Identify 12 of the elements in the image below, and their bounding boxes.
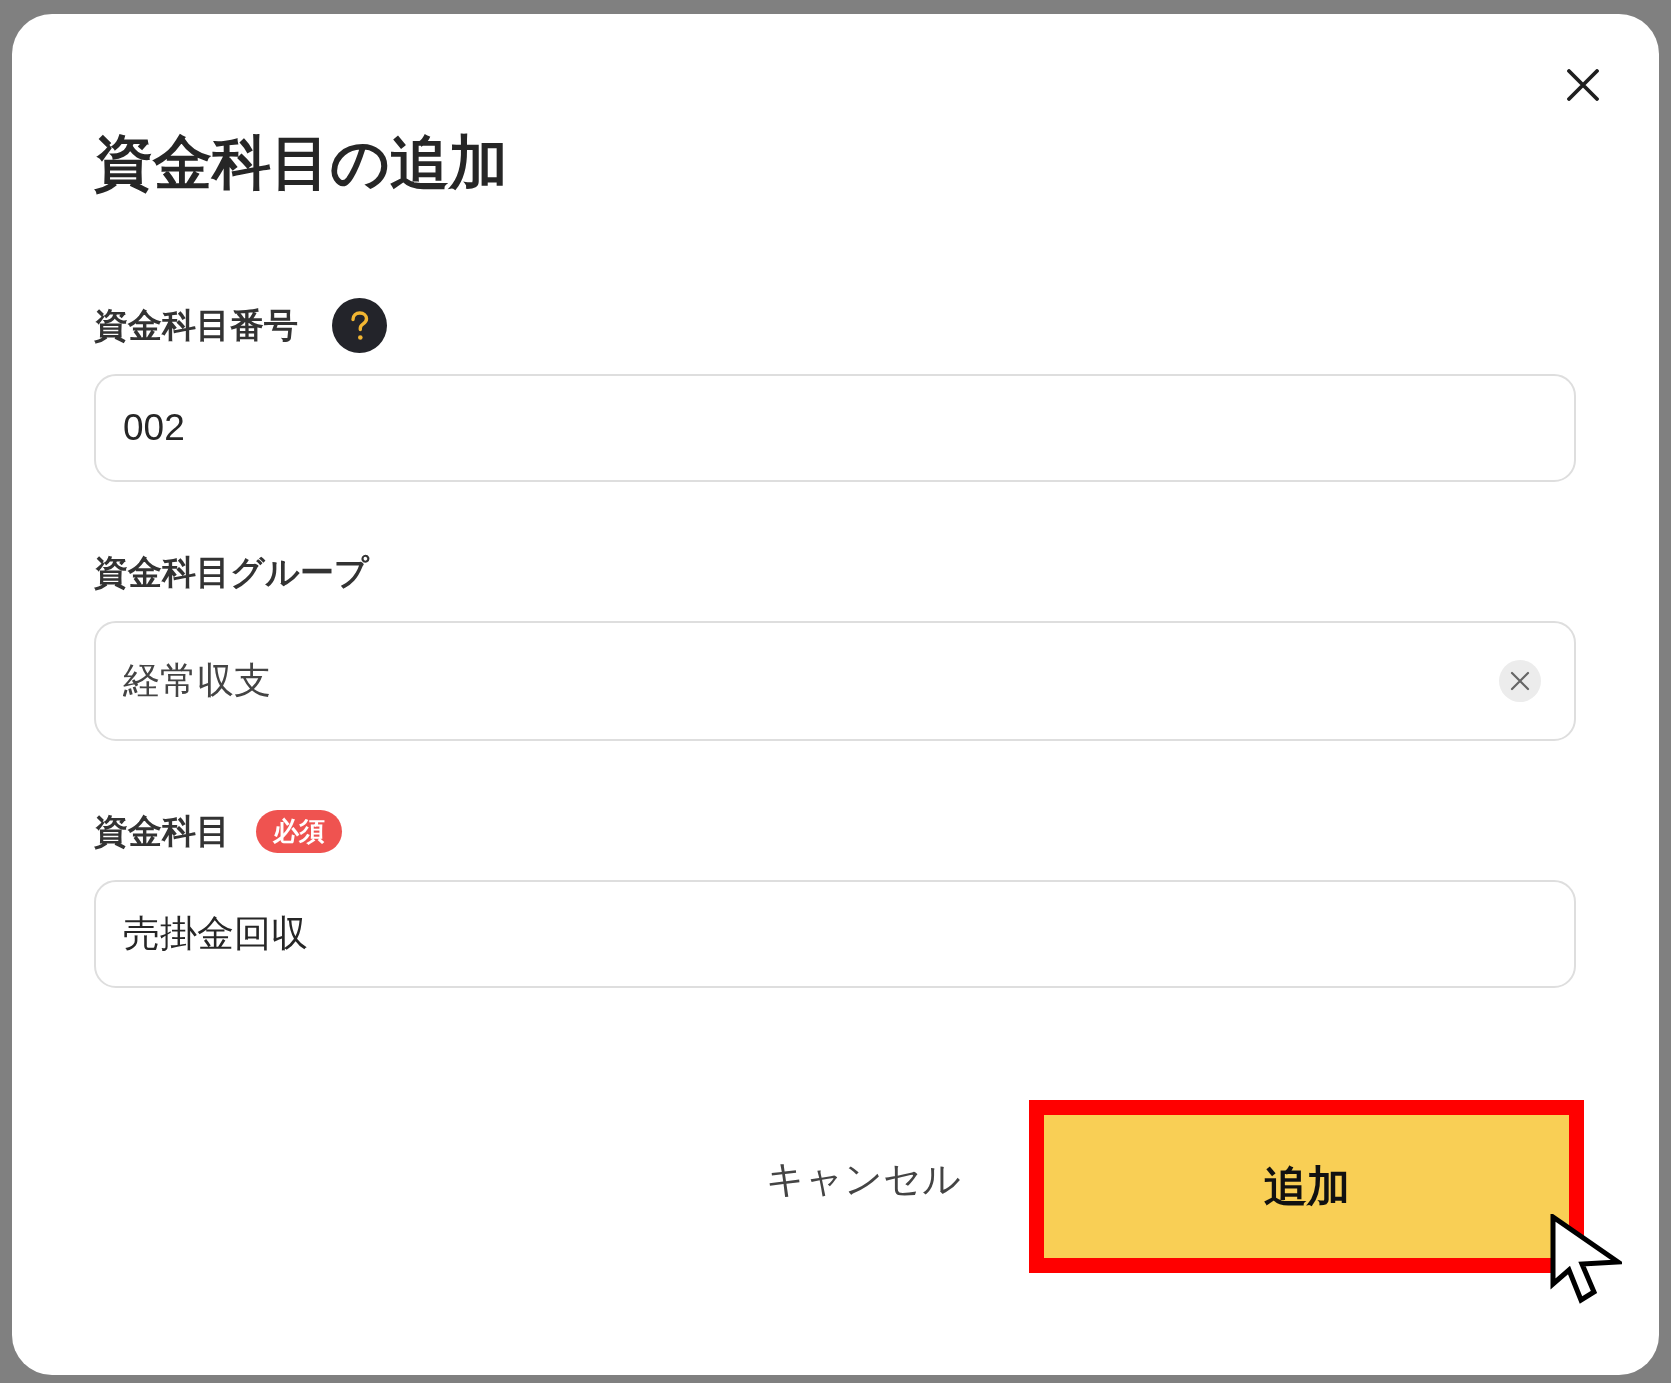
add-button[interactable]: 追加 bbox=[1044, 1115, 1569, 1258]
field-label: 資金科目グループ bbox=[94, 552, 369, 593]
select-field[interactable]: 経常収支 bbox=[94, 621, 1576, 741]
close-icon bbox=[1567, 69, 1599, 101]
field-label: 資金科目 bbox=[94, 811, 230, 852]
field-label: 資金科目番号 bbox=[94, 305, 298, 346]
dialog-title: 資金科目の追加 bbox=[94, 129, 508, 198]
close-icon bbox=[1510, 671, 1530, 691]
input-field[interactable]: 売掛金回収 bbox=[94, 880, 1576, 988]
help-icon[interactable] bbox=[332, 297, 387, 353]
required-badge: 必須 bbox=[256, 809, 342, 853]
input-field[interactable]: 002 bbox=[94, 374, 1576, 482]
